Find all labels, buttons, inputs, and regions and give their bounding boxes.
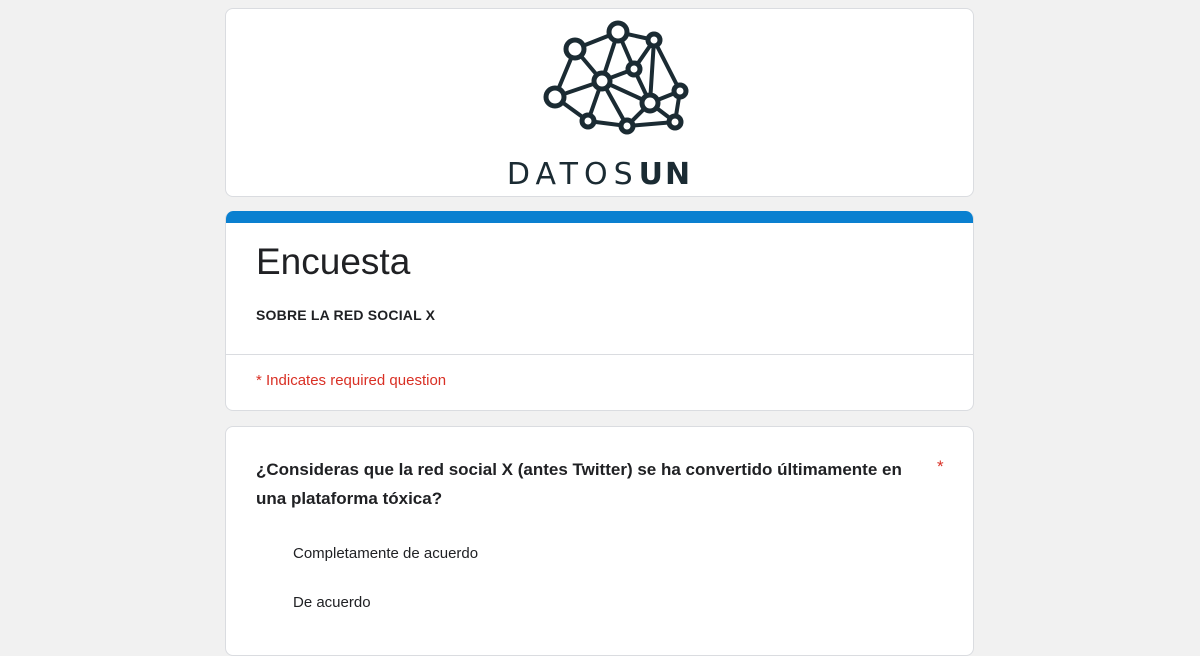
form-title-card: Encuesta SOBRE LA RED SOCIAL X * Indicat… bbox=[225, 211, 974, 411]
option-label: Completamente de acuerdo bbox=[293, 544, 479, 562]
form-description: SOBRE LA RED SOCIAL X bbox=[256, 307, 436, 323]
radio-button[interactable] bbox=[255, 592, 275, 612]
network-logo-icon bbox=[543, 20, 689, 135]
logo-text-light: DATOS bbox=[506, 157, 639, 192]
form-title: Encuesta bbox=[256, 241, 411, 282]
radio-button[interactable] bbox=[255, 543, 275, 563]
radio-option-de-acuerdo[interactable]: De acuerdo bbox=[255, 589, 371, 615]
title-accent-bar bbox=[226, 211, 973, 223]
option-label: De acuerdo bbox=[293, 593, 371, 611]
logo-wordmark: DATOSUN bbox=[226, 157, 973, 192]
logo-text-bold: UN bbox=[638, 157, 693, 192]
radio-option-completamente-de-acuerdo[interactable]: Completamente de acuerdo bbox=[255, 540, 478, 566]
required-note: * Indicates required question bbox=[256, 372, 447, 389]
title-divider bbox=[226, 354, 973, 355]
required-asterisk: * bbox=[937, 457, 944, 476]
header-card: DATOSUN bbox=[225, 8, 974, 197]
question-text: ¿Consideras que la red social X (antes T… bbox=[256, 460, 902, 508]
